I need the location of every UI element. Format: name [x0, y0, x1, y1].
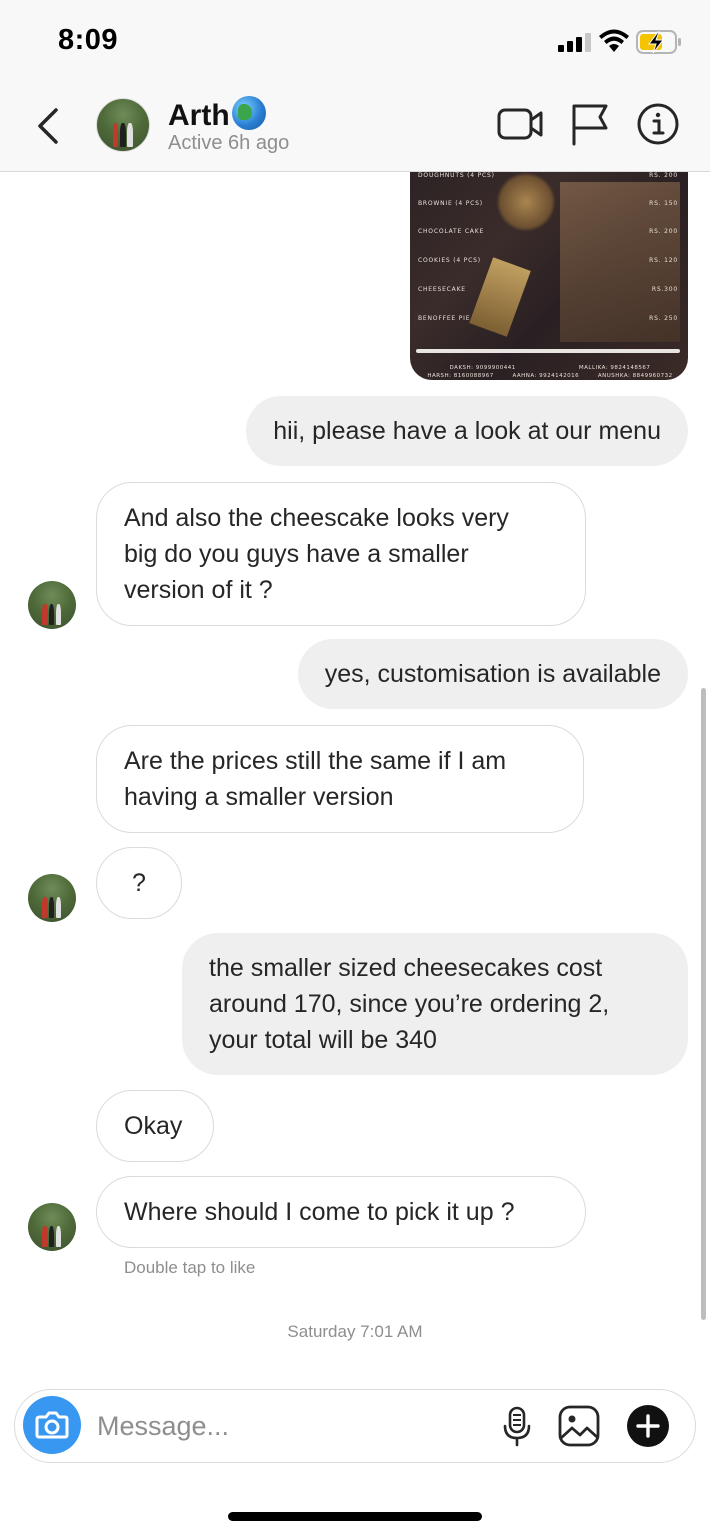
menu-row: BENOFFEE PIE RS. 250: [418, 315, 678, 322]
menu-row: COOKIES (4 PCS) RS. 120: [418, 257, 678, 264]
day-timestamp: Saturday 7:01 AM: [287, 1322, 423, 1341]
plus-button[interactable]: [627, 1405, 669, 1447]
contact-avatar[interactable]: [96, 98, 150, 152]
menu-row: CHOCOLATE CAKE RS. 200: [418, 228, 678, 235]
top-bar: 8:09 Arth Active 6h ago: [0, 0, 710, 172]
outgoing-message[interactable]: yes, customisation is available: [297, 639, 688, 709]
menu-row: CHEESECAKE RS.300: [418, 286, 678, 293]
chat-thread[interactable]: DOUGHNUTS (4 PCS) RS. 200 BROWNIE (4 PCS)…: [0, 172, 710, 1382]
menu-row: DOUGHNUTS (4 PCS) RS. 200: [418, 172, 678, 179]
sender-avatar[interactable]: [28, 874, 76, 922]
double-tap-hint: Double tap to like: [124, 1258, 256, 1277]
battery-charging-icon: [636, 30, 681, 54]
info-icon[interactable]: [634, 100, 682, 148]
wifi-icon: [599, 29, 629, 52]
scrollbar[interactable]: [701, 688, 706, 1320]
incoming-message[interactable]: And also the cheescake looks very big do …: [96, 482, 586, 626]
sender-avatar[interactable]: [28, 1203, 76, 1251]
globe-emoji-icon: [231, 96, 266, 130]
camera-button[interactable]: [23, 1396, 81, 1454]
back-icon[interactable]: [30, 104, 70, 148]
flag-icon[interactable]: [566, 100, 614, 148]
outgoing-message[interactable]: hii, please have a look at our menu: [246, 396, 688, 466]
incoming-message[interactable]: Okay: [96, 1090, 214, 1162]
menu-contacts: DAKSH: 9099900441 MALLIKA: 9824148567: [449, 365, 651, 371]
camera-icon: [35, 1411, 69, 1439]
message-composer: [14, 1389, 696, 1463]
microphone-icon[interactable]: [495, 1404, 539, 1448]
home-indicator: [228, 1512, 482, 1521]
plus-icon: [636, 1414, 660, 1438]
message-input[interactable]: [97, 1406, 477, 1446]
menu-row: BROWNIE (4 PCS) RS. 150: [418, 200, 678, 207]
menu-contacts: HARSH: 8160088967 AAHNA: 9924142016 ANUSHK…: [427, 373, 673, 379]
status-time: 8:09: [58, 24, 119, 56]
video-call-icon[interactable]: [496, 100, 544, 148]
outgoing-message[interactable]: the smaller sized cheesecakes cost around…: [182, 933, 688, 1075]
sender-avatar[interactable]: [28, 581, 76, 629]
cellular-signal-icon: [558, 32, 592, 52]
incoming-message[interactable]: Are the prices still the same if I am hav…: [96, 725, 584, 833]
menu-divider: [416, 349, 680, 353]
contact-active-status: Active 6h ago: [168, 132, 290, 154]
incoming-message[interactable]: Where should I come to pick it up ?: [96, 1176, 586, 1248]
gallery-icon[interactable]: [557, 1404, 601, 1448]
menu-image-message[interactable]: DOUGHNUTS (4 PCS) RS. 200 BROWNIE (4 PCS)…: [410, 172, 688, 380]
contact-name[interactable]: Arth: [168, 96, 266, 133]
incoming-message[interactable]: ?: [96, 847, 182, 919]
